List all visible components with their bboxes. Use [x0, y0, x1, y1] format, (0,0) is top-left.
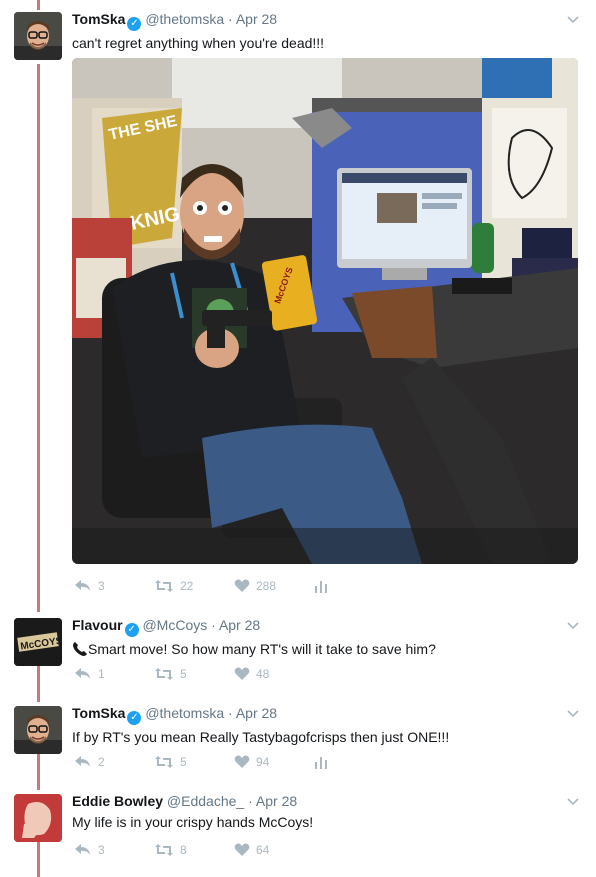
tweet-date[interactable]: Apr 28 [236, 11, 277, 27]
tweet-actions: 3 8 64 [74, 840, 314, 860]
reply-count: 1 [98, 667, 105, 681]
tweet-content: TomSka ✓ @thetomska · Apr 28 If by RT's y… [72, 704, 582, 747]
tweet-actions: 3 22 288 [74, 576, 328, 596]
reply-button[interactable]: 3 [74, 843, 154, 857]
user-handle[interactable]: @thetomska [145, 705, 224, 721]
separator: · [228, 705, 233, 721]
verified-badge-icon: ✓ [124, 623, 139, 637]
chevron-down-icon[interactable] [566, 618, 580, 632]
like-count: 64 [256, 843, 270, 857]
tweet-content: Eddie Bowley @Eddache_ · Apr 28 My life … [72, 792, 582, 832]
like-button[interactable]: 288 [234, 579, 314, 593]
heart-icon [234, 843, 250, 856]
analytics-button[interactable] [314, 755, 328, 769]
retweet-count: 5 [180, 667, 187, 681]
separator: · [248, 793, 253, 809]
reply-icon [75, 580, 90, 591]
display-name[interactable]: TomSka [72, 705, 125, 721]
reply-icon [75, 756, 90, 767]
reply-icon [75, 844, 90, 855]
retweet-icon [155, 844, 173, 856]
tweet: Eddie Bowley @Eddache_ · Apr 28 My life … [0, 788, 596, 877]
retweet-count: 22 [180, 579, 194, 593]
reply-icon [75, 668, 90, 679]
like-count: 288 [256, 579, 277, 593]
tweet-date[interactable]: Apr 28 [219, 617, 260, 633]
reply-button[interactable]: 3 [74, 579, 154, 593]
retweet-icon [155, 756, 173, 768]
heart-icon [234, 667, 250, 680]
tweet-text: can't regret anything when you're dead!!… [72, 35, 325, 51]
tweet-header: TomSka ✓ @thetomska · Apr 28 [72, 10, 582, 31]
like-button[interactable]: 94 [234, 755, 314, 769]
tweet-text: My life is in your crispy hands McCoys! [72, 814, 314, 830]
user-handle[interactable]: @thetomska [145, 11, 224, 27]
reply-count: 2 [98, 755, 105, 769]
tweet-header: TomSka ✓ @thetomska · Apr 28 [72, 704, 582, 725]
chevron-down-icon[interactable] [566, 12, 580, 26]
retweet-button[interactable]: 8 [154, 843, 234, 857]
tweet-actions: 2 5 94 [74, 752, 328, 772]
tweet-header: Flavour ✓ @McCoys · Apr 28 [72, 616, 582, 637]
like-count: 48 [256, 667, 270, 681]
heart-icon [234, 755, 250, 768]
heart-icon [234, 579, 250, 592]
retweet-count: 8 [180, 843, 187, 857]
verified-badge-icon: ✓ [127, 711, 142, 725]
tweet: McCOYS Flavour ✓ @McCoys · Apr 28 Smart m… [0, 612, 596, 700]
tweet: TomSka ✓ @thetomska · Apr 28 If by RT's y… [0, 700, 596, 788]
retweet-button[interactable]: 5 [154, 755, 234, 769]
tweet-text: If by RT's you mean Really Tastybagofcri… [72, 729, 450, 745]
user-handle[interactable]: @McCoys [142, 617, 207, 633]
reply-count: 3 [98, 579, 105, 593]
retweet-icon [155, 668, 173, 680]
display-name[interactable]: TomSka [72, 11, 125, 27]
tweet-photo[interactable]: THE SHE KNIG McCOYS [72, 58, 578, 564]
tweet-content: Flavour ✓ @McCoys · Apr 28 Smart move! So… [72, 616, 582, 659]
tweet-text-line: Smart move! So how many RT's will it tak… [72, 639, 582, 659]
verified-badge-icon: ✓ [127, 17, 142, 31]
telephone-receiver-icon [73, 642, 87, 656]
like-count: 94 [256, 755, 270, 769]
avatar[interactable] [14, 706, 62, 754]
user-handle[interactable]: @Eddache_ [167, 793, 244, 809]
avatar[interactable] [14, 794, 62, 842]
tweet-content: TomSka ✓ @thetomska · Apr 28 can't regret… [72, 10, 582, 53]
avatar[interactable] [14, 12, 62, 60]
tweet-actions: 1 5 48 [74, 664, 314, 684]
like-button[interactable]: 48 [234, 667, 314, 681]
retweet-button[interactable]: 22 [154, 579, 234, 593]
tweet-date[interactable]: Apr 28 [236, 705, 277, 721]
retweet-icon [155, 580, 173, 592]
like-button[interactable]: 64 [234, 843, 314, 857]
retweet-count: 5 [180, 755, 187, 769]
avatar[interactable]: McCOYS [14, 618, 62, 666]
chevron-down-icon[interactable] [566, 794, 580, 808]
reply-button[interactable]: 1 [74, 667, 154, 681]
reply-count: 3 [98, 843, 105, 857]
display-name[interactable]: Flavour [72, 617, 123, 633]
analytics-icon [315, 757, 327, 769]
separator: · [228, 11, 233, 27]
separator: · [211, 617, 216, 633]
analytics-button[interactable] [314, 579, 328, 593]
tweet: TomSka ✓ @thetomska · Apr 28 can't regret… [0, 0, 596, 600]
display-name[interactable]: Eddie Bowley [72, 793, 163, 809]
tweet-date[interactable]: Apr 28 [256, 793, 297, 809]
chevron-down-icon[interactable] [566, 706, 580, 720]
tweet-text: Smart move! So how many RT's will it tak… [88, 641, 436, 657]
retweet-button[interactable]: 5 [154, 667, 234, 681]
tweet-header: Eddie Bowley @Eddache_ · Apr 28 [72, 792, 582, 810]
analytics-icon [315, 581, 327, 593]
reply-button[interactable]: 2 [74, 755, 154, 769]
